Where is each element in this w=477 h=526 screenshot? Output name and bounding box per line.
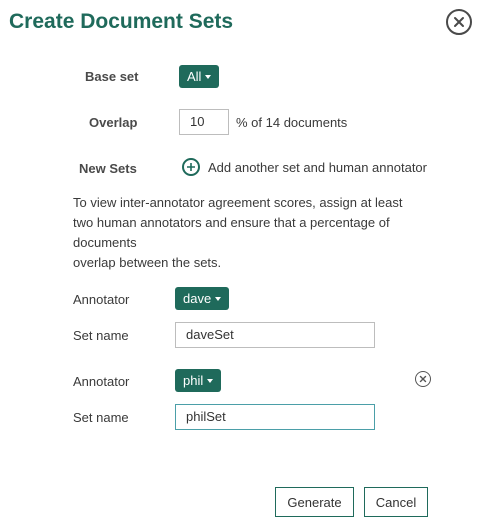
plus-circle-icon (182, 158, 200, 176)
info-line: To view inter-annotator agreement scores… (73, 195, 403, 210)
info-line: two human annotators and ensure that a p… (73, 215, 390, 230)
chevron-down-icon (215, 296, 222, 301)
close-button[interactable] (446, 9, 472, 35)
annotator-label: Annotator (73, 374, 130, 389)
overlap-suffix: % of 14 documents (236, 115, 348, 130)
set-name-label: Set name (73, 328, 129, 343)
set-name-label: Set name (73, 410, 129, 425)
annotator-label: Annotator (73, 292, 130, 307)
close-icon (419, 375, 427, 383)
base-set-label: Base set (85, 69, 139, 84)
annotator-dropdown[interactable]: dave (175, 287, 230, 310)
base-set-value: All (187, 69, 202, 84)
remove-set-button[interactable] (415, 371, 431, 387)
annotator-dropdown[interactable]: phil (175, 369, 222, 392)
dialog-title: Create Document Sets (9, 10, 234, 33)
overlap-label: Overlap (89, 115, 138, 130)
base-set-dropdown[interactable]: All (179, 65, 220, 88)
chevron-down-icon (205, 74, 212, 79)
add-set-label: Add another set and human annotator (208, 159, 427, 175)
info-text: To view inter-annotator agreement scores… (73, 193, 413, 273)
add-set-button[interactable]: Add another set and human annotator (182, 158, 427, 176)
close-icon (454, 17, 464, 27)
annotator-value: dave (183, 291, 212, 306)
info-line: documents (73, 235, 137, 250)
new-sets-label: New Sets (79, 161, 137, 176)
set-name-input[interactable]: philSet (175, 404, 375, 430)
info-line: overlap between the sets. (73, 255, 222, 270)
generate-button[interactable]: Generate (275, 487, 354, 517)
chevron-down-icon (207, 378, 214, 383)
annotator-value: phil (183, 373, 204, 388)
set-name-input[interactable]: daveSet (175, 322, 375, 348)
cancel-button[interactable]: Cancel (364, 487, 428, 517)
overlap-input[interactable]: 10 (179, 109, 229, 135)
